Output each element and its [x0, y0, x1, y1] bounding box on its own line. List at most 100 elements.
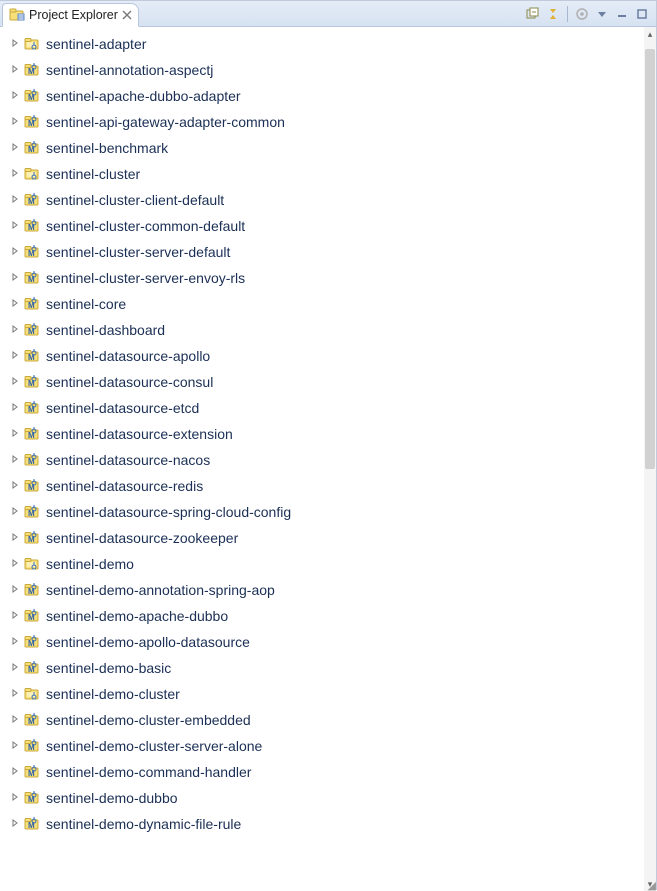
- view-menu-icon[interactable]: [594, 6, 610, 22]
- project-label: sentinel-datasource-redis: [46, 478, 203, 494]
- view-toolbar: [525, 1, 656, 26]
- tree-item[interactable]: sentinel-datasource-spring-cloud-config: [0, 499, 656, 525]
- tree-item[interactable]: sentinel-demo-dubbo: [0, 785, 656, 811]
- project-label: sentinel-datasource-spring-cloud-config: [46, 504, 291, 520]
- maven-project-icon: [24, 62, 40, 78]
- maven-project-icon: [24, 348, 40, 364]
- tree-item[interactable]: sentinel-cluster-server-envoy-rls: [0, 265, 656, 291]
- expand-icon[interactable]: [10, 507, 20, 518]
- scrollbar-track[interactable]: [644, 41, 656, 877]
- maven-project-icon: [24, 218, 40, 234]
- maven-project-icon: [24, 114, 40, 130]
- expand-icon[interactable]: [10, 325, 20, 336]
- expand-icon[interactable]: [10, 221, 20, 232]
- expand-icon[interactable]: [10, 429, 20, 440]
- minimize-icon[interactable]: [614, 6, 630, 22]
- maven-project-icon: [24, 400, 40, 416]
- project-tree: sentinel-adapter sentinel-annotation-aspe…: [0, 27, 656, 837]
- collapse-all-icon[interactable]: [525, 6, 541, 22]
- tree-item[interactable]: sentinel-datasource-consul: [0, 369, 656, 395]
- maven-project-icon: [24, 790, 40, 806]
- resize-handle-icon[interactable]: ◢: [644, 879, 656, 891]
- maximize-icon[interactable]: [634, 6, 650, 22]
- tree-item[interactable]: sentinel-benchmark: [0, 135, 656, 161]
- expand-icon[interactable]: [10, 273, 20, 284]
- expand-icon[interactable]: [10, 689, 20, 700]
- project-label: sentinel-demo-dynamic-file-rule: [46, 816, 241, 832]
- close-icon[interactable]: [122, 10, 132, 20]
- tree-item[interactable]: sentinel-api-gateway-adapter-common: [0, 109, 656, 135]
- expand-icon[interactable]: [10, 403, 20, 414]
- expand-icon[interactable]: [10, 169, 20, 180]
- tree-item[interactable]: sentinel-demo-command-handler: [0, 759, 656, 785]
- maven-project-icon: [24, 374, 40, 390]
- scroll-up-arrow[interactable]: ▴: [644, 27, 656, 41]
- expand-icon[interactable]: [10, 195, 20, 206]
- expand-icon[interactable]: [10, 65, 20, 76]
- expand-icon[interactable]: [10, 117, 20, 128]
- expand-icon[interactable]: [10, 247, 20, 258]
- maven-project-icon: [24, 634, 40, 650]
- expand-icon[interactable]: [10, 299, 20, 310]
- maven-project-icon: [24, 504, 40, 520]
- expand-icon[interactable]: [10, 611, 20, 622]
- expand-icon[interactable]: [10, 377, 20, 388]
- tree-item[interactable]: sentinel-datasource-extension: [0, 421, 656, 447]
- tree-item[interactable]: sentinel-datasource-zookeeper: [0, 525, 656, 551]
- expand-icon[interactable]: [10, 819, 20, 830]
- view-tab[interactable]: Project Explorer: [2, 3, 139, 27]
- maven-project-icon: [24, 712, 40, 728]
- expand-icon[interactable]: [10, 91, 20, 102]
- project-label: sentinel-cluster-server-default: [46, 244, 230, 260]
- tree-item[interactable]: sentinel-demo: [0, 551, 656, 577]
- tree-item[interactable]: sentinel-demo-cluster-server-alone: [0, 733, 656, 759]
- tree-item[interactable]: sentinel-demo-cluster: [0, 681, 656, 707]
- expand-icon[interactable]: [10, 143, 20, 154]
- maven-project-icon: [24, 816, 40, 832]
- tree-item[interactable]: sentinel-demo-annotation-spring-aop: [0, 577, 656, 603]
- tree-item[interactable]: sentinel-adapter: [0, 31, 656, 57]
- expand-icon[interactable]: [10, 767, 20, 778]
- expand-icon[interactable]: [10, 39, 20, 50]
- expand-icon[interactable]: [10, 351, 20, 362]
- tree-item[interactable]: sentinel-datasource-apollo: [0, 343, 656, 369]
- expand-icon[interactable]: [10, 533, 20, 544]
- tree-item[interactable]: sentinel-datasource-etcd: [0, 395, 656, 421]
- tree-item[interactable]: sentinel-demo-apache-dubbo: [0, 603, 656, 629]
- tree-item[interactable]: sentinel-cluster-client-default: [0, 187, 656, 213]
- expand-icon[interactable]: [10, 637, 20, 648]
- expand-icon[interactable]: [10, 481, 20, 492]
- link-editor-icon[interactable]: [545, 6, 561, 22]
- expand-icon[interactable]: [10, 793, 20, 804]
- tree-item[interactable]: sentinel-demo-cluster-embedded: [0, 707, 656, 733]
- tree-item[interactable]: sentinel-cluster-common-default: [0, 213, 656, 239]
- project-label: sentinel-apache-dubbo-adapter: [46, 88, 241, 104]
- maven-project-icon: [24, 530, 40, 546]
- project-label: sentinel-demo-command-handler: [46, 764, 251, 780]
- tree-item[interactable]: sentinel-dashboard: [0, 317, 656, 343]
- scrollbar-thumb[interactable]: [645, 49, 655, 469]
- maven-project-icon: [24, 764, 40, 780]
- tree-item[interactable]: sentinel-demo-basic: [0, 655, 656, 681]
- maven-project-icon: [24, 452, 40, 468]
- tree-item[interactable]: sentinel-cluster: [0, 161, 656, 187]
- tree-item[interactable]: sentinel-apache-dubbo-adapter: [0, 83, 656, 109]
- expand-icon[interactable]: [10, 559, 20, 570]
- expand-icon[interactable]: [10, 663, 20, 674]
- tree-item[interactable]: sentinel-demo-dynamic-file-rule: [0, 811, 656, 837]
- expand-icon[interactable]: [10, 585, 20, 596]
- expand-icon[interactable]: [10, 741, 20, 752]
- project-label: sentinel-datasource-zookeeper: [46, 530, 238, 546]
- project-label: sentinel-demo-basic: [46, 660, 171, 676]
- tree-item[interactable]: sentinel-annotation-aspectj: [0, 57, 656, 83]
- tree-item[interactable]: sentinel-datasource-redis: [0, 473, 656, 499]
- tree-item[interactable]: sentinel-demo-apollo-datasource: [0, 629, 656, 655]
- expand-icon[interactable]: [10, 455, 20, 466]
- tree-item[interactable]: sentinel-datasource-nacos: [0, 447, 656, 473]
- project-label: sentinel-demo-dubbo: [46, 790, 178, 806]
- tree-item[interactable]: sentinel-core: [0, 291, 656, 317]
- expand-icon[interactable]: [10, 715, 20, 726]
- tree-item[interactable]: sentinel-cluster-server-default: [0, 239, 656, 265]
- focus-task-icon[interactable]: [574, 6, 590, 22]
- project-label: sentinel-adapter: [46, 36, 146, 52]
